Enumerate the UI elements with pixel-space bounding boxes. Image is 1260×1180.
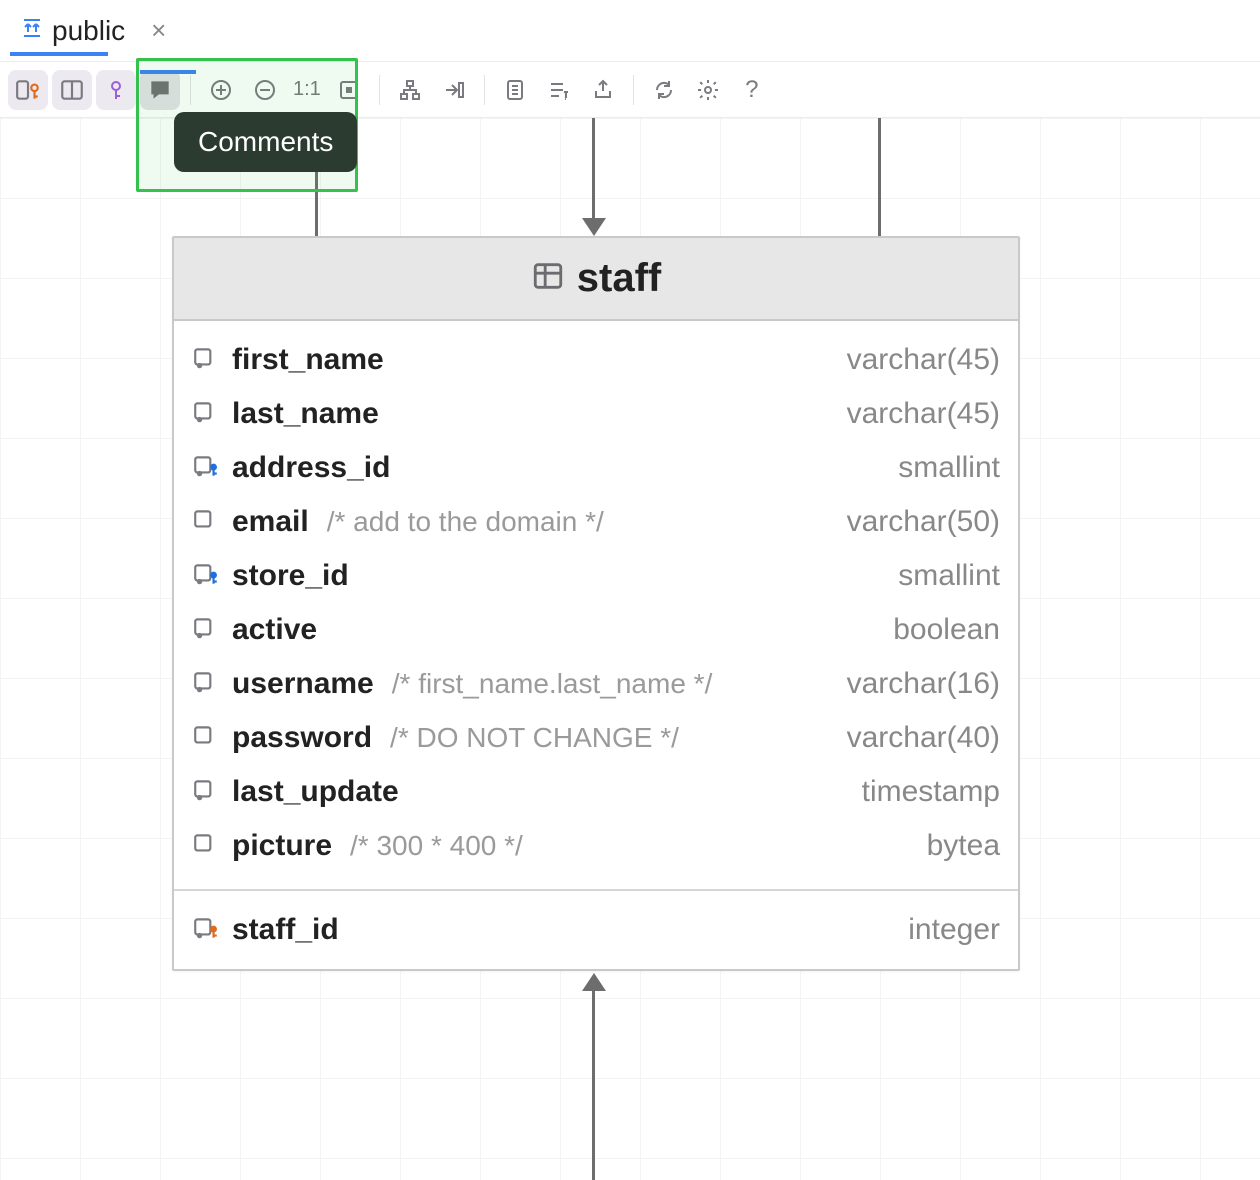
- document-button[interactable]: [495, 70, 535, 110]
- column-name: active: [232, 613, 317, 647]
- toolbar: 1:1 I ?: [0, 62, 1260, 118]
- column-row[interactable]: username /* first_name.last_name */ varc…: [174, 657, 1018, 711]
- tab-bar: public ×: [0, 0, 1260, 62]
- table-icon: [531, 259, 565, 298]
- key-columns-button[interactable]: [96, 70, 136, 110]
- toolbar-separator: [379, 75, 380, 105]
- column-icon: [192, 830, 220, 863]
- column-name: username: [232, 667, 374, 701]
- export-button[interactable]: [583, 70, 623, 110]
- column-row[interactable]: picture /* 300 * 400 */ bytea: [174, 819, 1018, 873]
- view-mode-column-key-button[interactable]: [8, 70, 48, 110]
- column-type: boolean: [893, 613, 1000, 647]
- table-columns: first_name varchar(45) last_name varchar…: [174, 321, 1018, 885]
- column-icon: [192, 560, 220, 593]
- comments-active-indicator: [140, 70, 196, 74]
- column-type: smallint: [898, 559, 1000, 593]
- column-row[interactable]: first_name varchar(45): [174, 333, 1018, 387]
- column-icon: [192, 452, 220, 485]
- column-icon: [192, 614, 220, 647]
- column-comment: /* first_name.last_name */: [392, 668, 713, 700]
- zoom-in-button[interactable]: [201, 70, 241, 110]
- relation-arrow: [592, 989, 595, 1180]
- column-type: varchar(45): [847, 343, 1000, 377]
- settings-button[interactable]: [688, 70, 728, 110]
- column-type: integer: [908, 913, 1000, 947]
- column-row[interactable]: staff_id integer: [174, 903, 1018, 957]
- tooltip-text: Comments: [198, 126, 333, 157]
- comments-toggle-button[interactable]: [140, 70, 180, 110]
- column-type: timestamp: [862, 775, 1000, 809]
- diagram-canvas[interactable]: staff first_name varchar(45) last_name v…: [0, 118, 1260, 1180]
- tab-label: public: [52, 15, 125, 47]
- column-type: varchar(45): [847, 397, 1000, 431]
- relation-arrow: [878, 118, 881, 236]
- toolbar-separator: [190, 75, 191, 105]
- column-comment: /* add to the domain */: [327, 506, 604, 538]
- column-row[interactable]: store_id smallint: [174, 549, 1018, 603]
- svg-text:I: I: [564, 92, 567, 102]
- tooltip: Comments: [174, 112, 357, 172]
- relation-arrow: [592, 118, 595, 218]
- table-header: staff: [174, 238, 1018, 321]
- tab-close-button[interactable]: ×: [151, 15, 166, 46]
- view-mode-split-button[interactable]: [52, 70, 92, 110]
- layout-button[interactable]: [390, 70, 430, 110]
- refresh-button[interactable]: [644, 70, 684, 110]
- column-row[interactable]: active boolean: [174, 603, 1018, 657]
- column-icon: [192, 398, 220, 431]
- column-name: first_name: [232, 343, 384, 377]
- column-row[interactable]: password /* DO NOT CHANGE */ varchar(40): [174, 711, 1018, 765]
- column-type: varchar(40): [847, 721, 1000, 755]
- column-row[interactable]: email /* add to the domain */ varchar(50…: [174, 495, 1018, 549]
- column-name: password: [232, 721, 372, 755]
- zoom-reset-button[interactable]: 1:1: [289, 78, 325, 101]
- edit-list-button[interactable]: I: [539, 70, 579, 110]
- column-comment: /* 300 * 400 */: [350, 830, 523, 862]
- column-icon: [192, 776, 220, 809]
- column-icon: [192, 506, 220, 539]
- arrow-head-icon: [582, 218, 606, 236]
- toolbar-separator: [633, 75, 634, 105]
- column-name: last_name: [232, 397, 379, 431]
- column-row[interactable]: address_id smallint: [174, 441, 1018, 495]
- table-card[interactable]: staff first_name varchar(45) last_name v…: [172, 236, 1020, 971]
- tab-public[interactable]: public ×: [10, 7, 176, 55]
- column-icon: [192, 668, 220, 701]
- toolbar-separator: [484, 75, 485, 105]
- column-icon: [192, 344, 220, 377]
- column-type: smallint: [898, 451, 1000, 485]
- column-row[interactable]: last_update timestamp: [174, 765, 1018, 819]
- column-name: staff_id: [232, 913, 339, 947]
- column-comment: /* DO NOT CHANGE */: [390, 722, 679, 754]
- column-name: store_id: [232, 559, 349, 593]
- help-button[interactable]: ?: [732, 70, 772, 110]
- zoom-out-button[interactable]: [245, 70, 285, 110]
- column-row[interactable]: last_name varchar(45): [174, 387, 1018, 441]
- table-pk: staff_id integer: [174, 891, 1018, 969]
- tab-active-underline: [10, 52, 108, 56]
- column-type: bytea: [927, 829, 1000, 863]
- jump-to-button[interactable]: [434, 70, 474, 110]
- column-icon: [192, 914, 220, 947]
- column-name: last_update: [232, 775, 399, 809]
- column-type: varchar(50): [847, 505, 1000, 539]
- table-title: staff: [577, 256, 661, 301]
- fit-content-button[interactable]: [329, 70, 369, 110]
- help-icon: ?: [745, 76, 758, 104]
- column-name: address_id: [232, 451, 390, 485]
- column-name: picture: [232, 829, 332, 863]
- column-icon: [192, 722, 220, 755]
- diagram-tab-icon: [20, 15, 44, 47]
- column-name: email: [232, 505, 309, 539]
- column-type: varchar(16): [847, 667, 1000, 701]
